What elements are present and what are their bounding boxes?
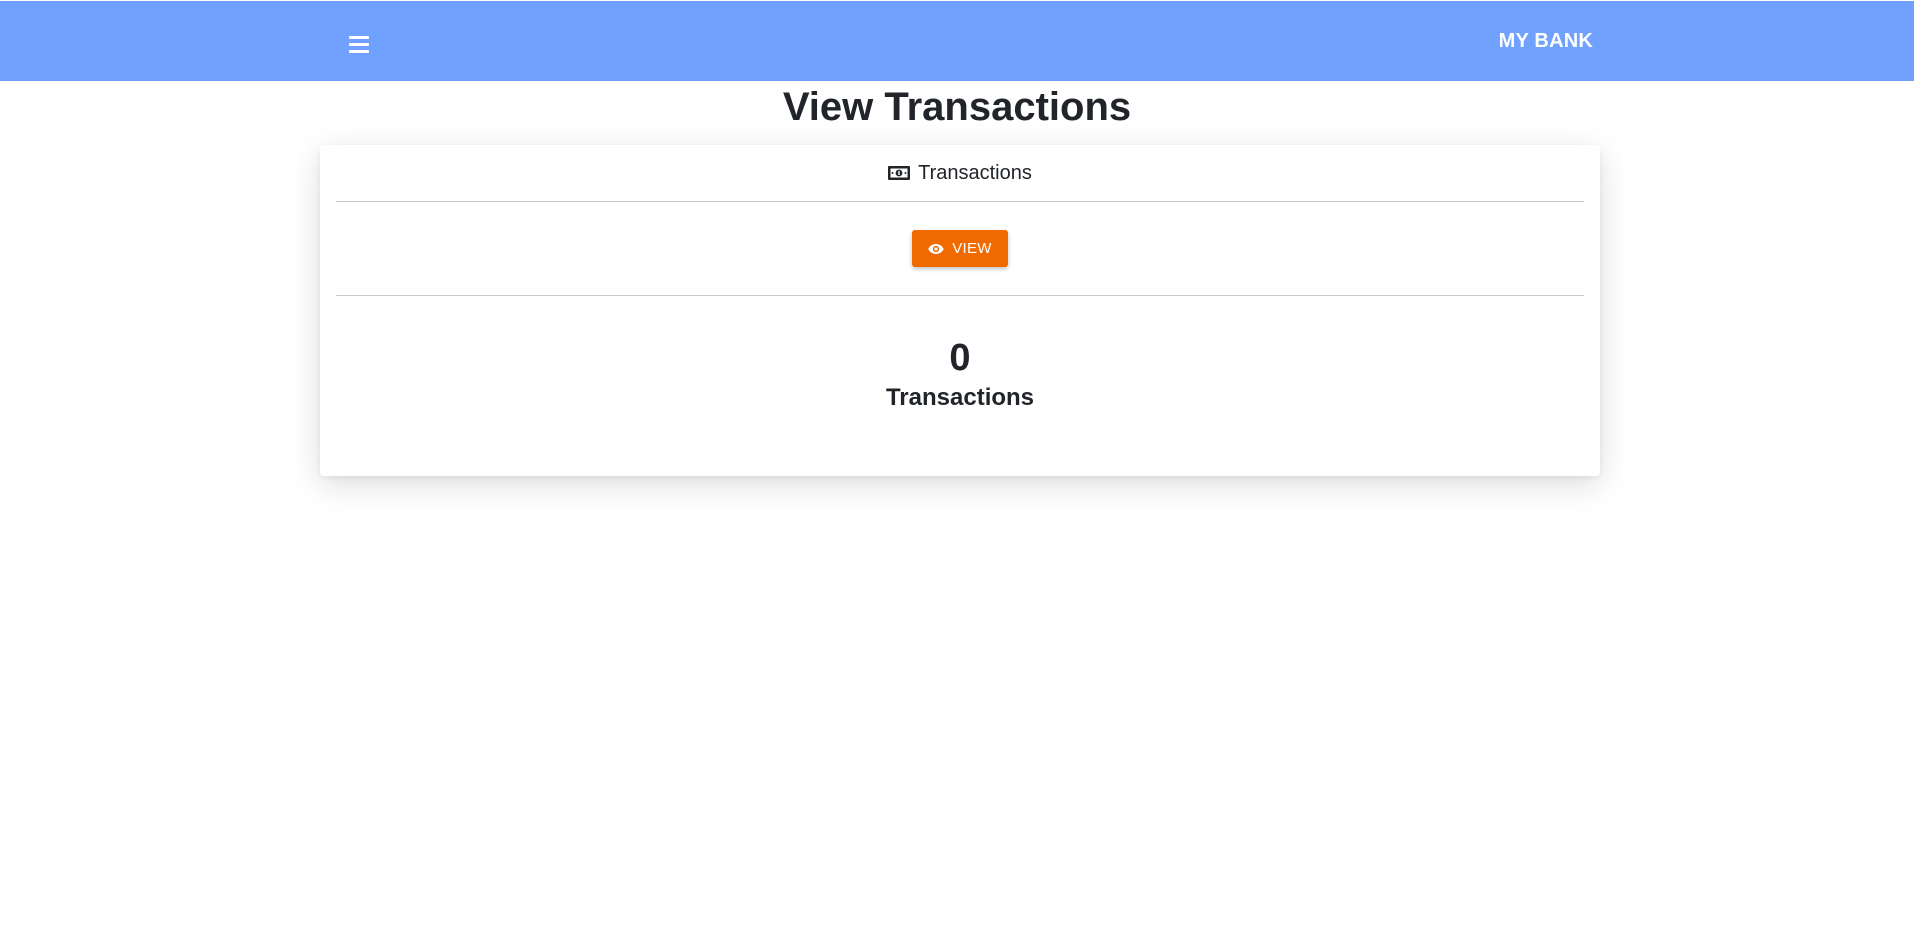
hamburger-menu-icon[interactable]	[346, 29, 374, 59]
card-actions: VIEW	[336, 202, 1584, 296]
card-header-label: Transactions	[918, 161, 1032, 184]
eye-icon	[928, 243, 944, 254]
view-button[interactable]: VIEW	[912, 230, 1008, 267]
transactions-card: Transactions VIEW 0 Transactions	[320, 145, 1600, 476]
money-bill-icon	[888, 166, 911, 180]
view-button-label: VIEW	[952, 240, 992, 257]
page-title: View Transactions	[782, 85, 1132, 129]
brand-link[interactable]: MY BANK	[1499, 30, 1593, 53]
transactions-count: 0	[949, 337, 971, 379]
transactions-count-label: Transactions	[885, 384, 1035, 411]
top-navbar: MY BANK	[0, 1, 1914, 81]
card-header: Transactions	[336, 145, 1584, 202]
transactions-stat: 0 Transactions	[320, 335, 1600, 415]
